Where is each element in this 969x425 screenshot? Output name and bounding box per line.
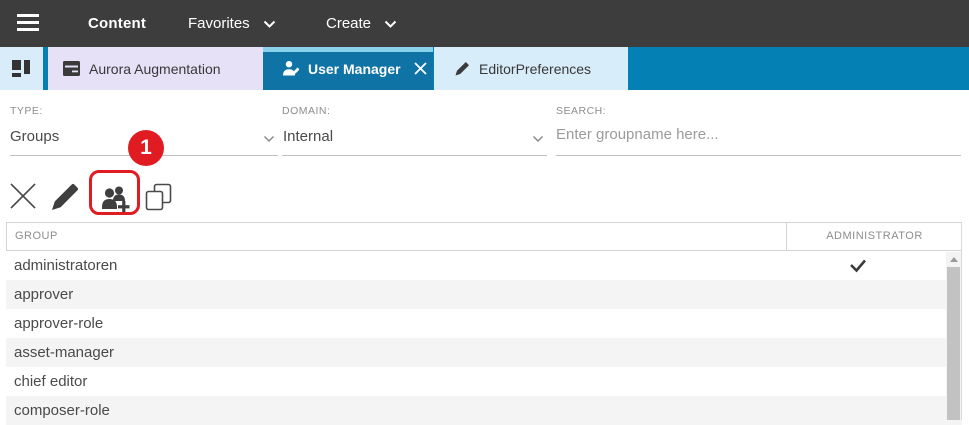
group-search-field: SEARCH: [556,101,961,156]
group-name: approver [14,286,73,303]
top-app-bar: Content Favorites Create [0,0,969,47]
group-name: chief editor [14,373,87,390]
type-field-value: Groups [10,128,59,145]
delete-group-button[interactable] [8,181,38,211]
active-tab-indicator [263,47,433,52]
table-body: administratoren approver approver-role a… [6,251,962,425]
create-menu[interactable]: Create [326,0,397,47]
group-name: approver-role [14,315,103,332]
domain-field-label: DOMAIN: [282,105,330,117]
add-group-icon [99,182,131,213]
add-group-button[interactable] [97,179,133,215]
user-edit-icon [282,60,299,77]
create-menu-label: Create [326,0,371,47]
scrollbar-thumb[interactable] [947,267,960,420]
delete-x-icon [9,182,37,210]
favorites-menu[interactable]: Favorites [188,0,276,47]
table-header-row: GROUP ADMINISTRATOR [6,222,962,251]
column-header-group[interactable]: GROUP [15,223,58,250]
hamburger-menu-icon[interactable] [17,14,39,33]
tab-close-icon[interactable] [413,61,428,76]
table-row[interactable]: administratoren [6,251,962,280]
pencil-icon [455,61,470,76]
favorites-menu-label: Favorites [188,0,250,47]
pencil-icon [51,182,80,211]
table-row[interactable]: asset-manager [6,338,962,367]
tab-label: EditorPreferences [479,61,591,77]
domain-select-field[interactable]: DOMAIN: Internal [282,101,547,156]
search-input[interactable] [556,126,961,143]
chevron-down-icon [263,20,276,28]
table-scrollbar[interactable] [946,252,961,420]
scroll-up-button[interactable] [946,252,961,266]
group-name: administratoren [14,257,117,274]
tab-label: Aurora Augmentation [89,61,221,77]
chevron-down-icon[interactable] [532,135,544,143]
table-row[interactable]: composer-role [6,396,962,425]
tab-bar: Aurora Augmentation User Manager [0,47,969,90]
edit-group-button[interactable] [50,181,80,211]
search-field-label: SEARCH: [556,105,606,117]
tab-label: User Manager [308,61,401,77]
panel-layout-icon [12,60,31,77]
table-row[interactable]: approver-role [6,309,962,338]
group-name: composer-role [14,402,110,419]
administrator-check-icon [846,256,870,276]
copy-group-button[interactable] [143,182,173,212]
chevron-down-icon[interactable] [263,135,275,143]
copy-icon [144,183,173,211]
chevron-down-icon [384,20,397,28]
page-icon [63,61,80,76]
app-mode-title: Content [88,0,146,47]
groups-table: GROUP ADMINISTRATOR administratoren appr… [6,222,962,425]
annotation-step-badge: 1 [128,130,164,166]
type-field-label: TYPE: [10,105,43,117]
tab-aurora-augmentation[interactable]: Aurora Augmentation [48,47,263,90]
tab-user-manager[interactable]: User Manager [263,47,433,90]
group-name: asset-manager [14,344,114,361]
table-row[interactable]: approver [6,280,962,309]
tab-editor-preferences[interactable]: EditorPreferences [434,47,628,90]
table-right-border [961,222,962,420]
app-switcher-button[interactable] [0,47,43,90]
column-header-administrator[interactable]: ADMINISTRATOR [786,223,962,250]
table-row[interactable]: chief editor [6,367,962,396]
domain-field-value: Internal [283,128,333,145]
